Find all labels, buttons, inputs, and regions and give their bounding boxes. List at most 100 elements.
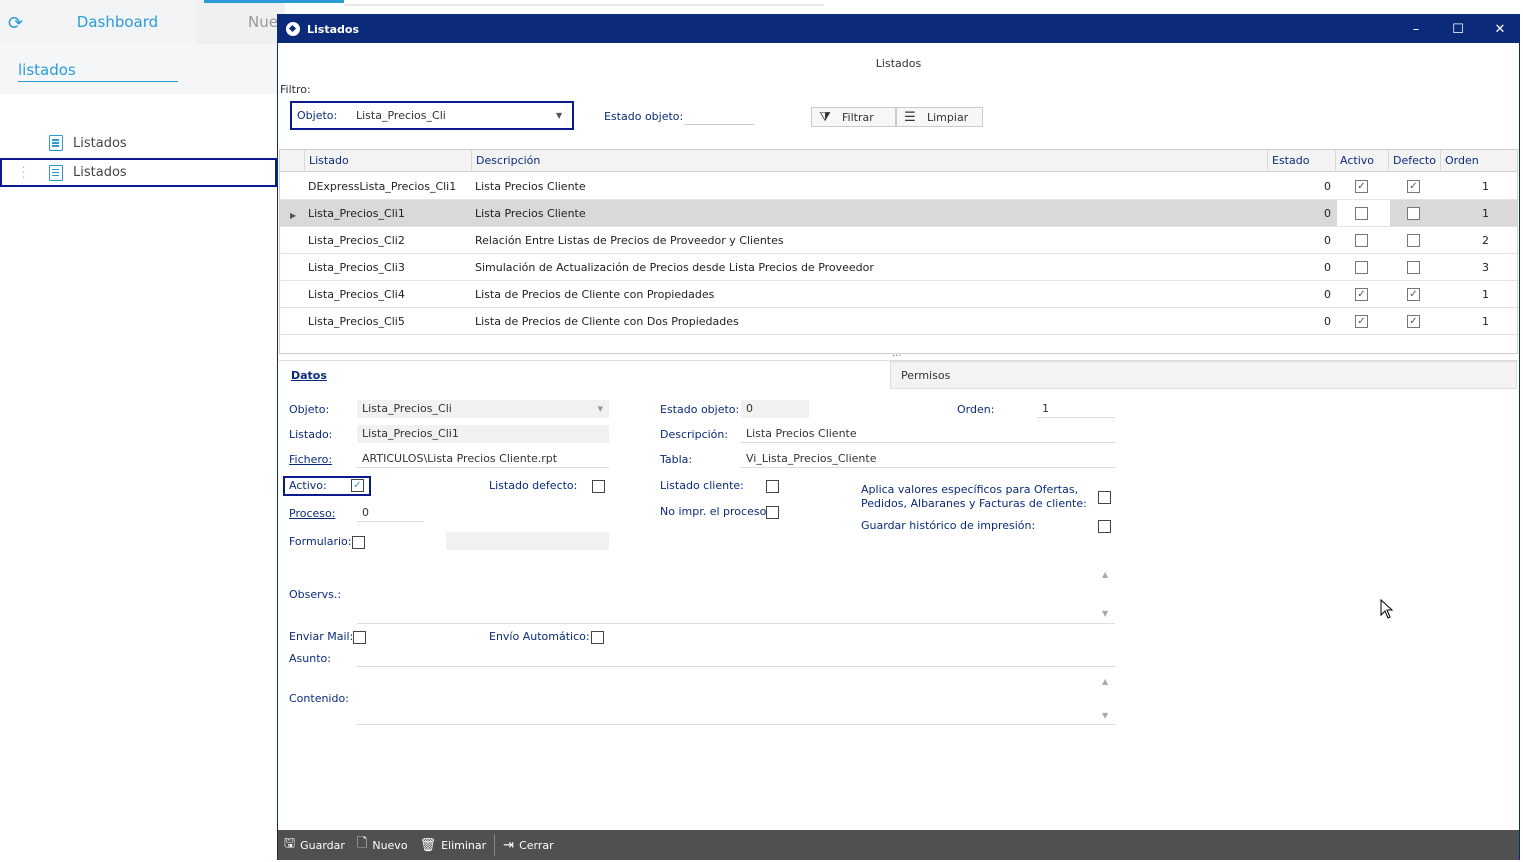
column-header-estado[interactable]: Estado [1267,150,1335,172]
guardar-button[interactable]: 🖫 Guardar [278,830,351,860]
cell-estado[interactable]: 0 [1267,254,1335,281]
cell-activo-checkbox[interactable]: ✓ [1355,288,1368,301]
formulario-field[interactable] [446,532,609,550]
proceso-field[interactable]: 0 [357,504,423,522]
window-titlebar[interactable]: Listados – ☐ ✕ [278,15,1519,43]
cell-estado[interactable]: 0 [1267,227,1335,254]
aplica-valores-checkbox[interactable] [1098,491,1111,504]
cell-orden[interactable]: 3 [1440,254,1493,281]
chevron-down-icon[interactable]: ▼ [556,111,562,120]
drag-handle-icon[interactable]: · · · [22,164,25,184]
cell-estado[interactable]: 0 [1267,173,1335,200]
contenido-textarea[interactable] [357,675,1115,725]
cell-defecto-checkbox[interactable] [1407,234,1420,247]
cell-descripcion[interactable]: Relación Entre Listas de Precios de Prov… [471,227,1267,254]
listado-defecto-label: Listado defecto: [489,479,578,492]
cell-descripcion[interactable]: Lista Precios Cliente [471,200,1267,227]
cell-descripcion[interactable]: Lista de Precios de Cliente con Dos Prop… [471,308,1267,335]
cell-orden[interactable]: 1 [1440,308,1493,335]
cell-descripcion[interactable]: Lista Precios Cliente [471,173,1267,200]
sidebar-item-listados-selected[interactable]: Listados [0,158,277,187]
cell-listado[interactable]: DExpressLista_Precios_Cli1 [304,173,471,200]
formulario-checkbox[interactable] [352,536,365,549]
column-header-descripcion[interactable]: Descripción [471,150,1267,172]
table-row[interactable]: Lista_Precios_Cli3 Simulación de Actualiz… [280,254,1517,281]
guardar-historico-checkbox[interactable] [1098,520,1111,533]
no-impr-proceso-checkbox[interactable] [766,506,779,519]
scroll-down-icon[interactable]: ▼ [1102,609,1108,618]
descripcion-label: Descripción: [660,428,729,441]
limpiar-button[interactable]: ☰ Limpiar [896,107,983,127]
cell-defecto-checkbox[interactable]: ✓ [1407,288,1420,301]
estado-objeto-field[interactable]: 0 [741,400,809,418]
listado-label: Listado: [289,428,333,441]
estado-objeto-filter-input[interactable] [684,107,754,125]
objeto-field[interactable]: Lista_Precios_Cli ▼ [357,400,609,418]
asunto-field[interactable] [357,649,1115,667]
cell-orden[interactable]: 2 [1440,227,1493,254]
minimize-button[interactable]: – [1395,15,1437,43]
sidebar-item-listados[interactable]: Listados [0,129,277,157]
refresh-icon[interactable]: ⟳ [8,13,23,34]
proceso-link[interactable]: Proceso: [289,507,335,520]
tab-datos[interactable]: Datos [279,361,889,389]
scroll-down-icon[interactable]: ▼ [1102,711,1108,720]
cell-listado[interactable]: Lista_Precios_Cli3 [304,254,471,281]
table-row[interactable]: Lista_Precios_Cli1 Lista Precios Cliente 0… [280,200,1517,227]
table-row[interactable]: DExpressLista_Precios_Cli1 Lista Precios … [280,173,1517,200]
table-row[interactable]: Lista_Precios_Cli5 Lista de Precios de Cl… [280,308,1517,335]
listado-cliente-checkbox[interactable] [766,480,779,493]
listado-defecto-checkbox[interactable] [592,480,605,493]
cell-descripcion[interactable]: Lista de Precios de Cliente con Propieda… [471,281,1267,308]
cell-descripcion[interactable]: Simulación de Actualización de Precios d… [471,254,1267,281]
cell-orden[interactable]: 1 [1440,173,1493,200]
tab-dashboard[interactable]: Dashboard [0,0,195,44]
cell-defecto-checkbox[interactable] [1407,207,1420,220]
cell-activo-checkbox[interactable]: ✓ [1355,180,1368,193]
cell-activo-checkbox[interactable] [1355,207,1368,220]
column-header-activo[interactable]: Activo [1335,150,1388,172]
search-input[interactable] [18,58,178,82]
cerrar-button[interactable]: ⇥ Cerrar [497,830,559,860]
cell-estado[interactable]: 0 [1267,308,1335,335]
cell-listado[interactable]: Lista_Precios_Cli4 [304,281,471,308]
column-header-listado[interactable]: Listado [304,150,471,172]
column-header-defecto[interactable]: Defecto [1388,150,1440,172]
table-row[interactable]: Lista_Precios_Cli2 Relación Entre Listas … [280,227,1517,254]
cell-estado[interactable]: 0 [1267,281,1335,308]
filtrar-button[interactable]: ⧩ Filtrar [811,107,896,127]
cell-estado[interactable]: 0 [1267,200,1335,227]
cell-activo-checkbox[interactable] [1355,234,1368,247]
cell-orden[interactable]: 1 [1440,200,1493,227]
scroll-up-icon[interactable]: ▲ [1102,570,1108,579]
cell-defecto-checkbox[interactable] [1407,261,1420,274]
eliminar-button[interactable]: 🗑 Eliminar [414,830,493,860]
maximize-button[interactable]: ☐ [1437,15,1479,43]
cell-listado[interactable]: Lista_Precios_Cli2 [304,227,471,254]
tabla-field[interactable]: Vi_Lista_Precios_Cliente [741,450,1115,468]
cell-activo-checkbox[interactable] [1355,261,1368,274]
cell-defecto-checkbox[interactable]: ✓ [1407,180,1420,193]
nuevo-button[interactable]: 🗋 Nuevo [351,830,414,860]
envio-automatico-checkbox[interactable] [591,631,604,644]
cell-defecto-checkbox[interactable]: ✓ [1407,315,1420,328]
enviar-mail-checkbox[interactable] [353,631,366,644]
column-header-orden[interactable]: Orden [1440,150,1493,172]
tab-nuevo[interactable]: Nue [195,0,285,44]
listado-field[interactable]: Lista_Precios_Cli1 [357,425,609,443]
cell-activo-checkbox[interactable]: ✓ [1355,315,1368,328]
cell-listado[interactable]: Lista_Precios_Cli5 [304,308,471,335]
close-button[interactable]: ✕ [1479,15,1521,43]
objeto-filter-select[interactable]: Objeto: Lista_Precios_Cli ▼ [290,101,574,130]
orden-field[interactable]: 1 [1037,400,1115,418]
fichero-field[interactable]: ARTICULOS\Lista Precios Cliente.rpt [357,450,609,468]
scroll-up-icon[interactable]: ▲ [1102,677,1108,686]
observaciones-textarea[interactable] [357,567,1115,624]
cell-listado[interactable]: Lista_Precios_Cli1 [304,200,471,227]
fichero-link[interactable]: Fichero: [289,453,332,466]
activo-checkbox[interactable]: ✓ [351,479,364,492]
cell-orden[interactable]: 1 [1440,281,1493,308]
tab-permisos[interactable]: Permisos [890,361,1517,389]
table-row[interactable]: Lista_Precios_Cli4 Lista de Precios de Cl… [280,281,1517,308]
descripcion-field[interactable]: Lista Precios Cliente [741,425,1115,443]
